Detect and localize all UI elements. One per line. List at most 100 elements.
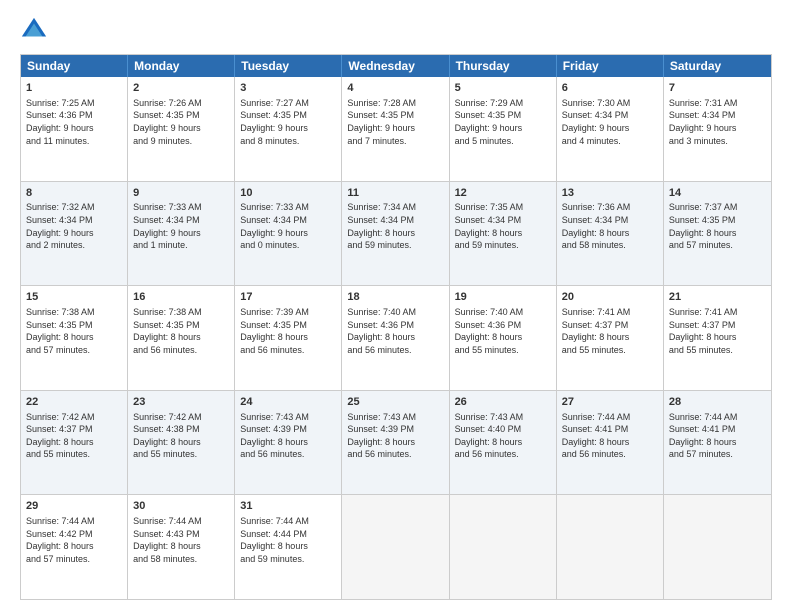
- day-number: 16: [133, 290, 229, 305]
- calendar-week-3: 15 Sunrise: 7:38 AMSunset: 4:35 PMDayligh…: [21, 286, 771, 391]
- day-cell-26: 26Sunrise: 7:43 AMSunset: 4:40 PMDayligh…: [450, 391, 557, 495]
- day-number: 4: [347, 81, 443, 96]
- day-cell-17: 17Sunrise: 7:39 AMSunset: 4:35 PMDayligh…: [235, 286, 342, 390]
- day-info: Sunrise: 7:40 AMSunset: 4:36 PMDaylight:…: [455, 306, 551, 356]
- day-cell-29: 29Sunrise: 7:44 AMSunset: 4:42 PMDayligh…: [21, 495, 128, 599]
- day-info: Sunrise: 7:43 AMSunset: 4:40 PMDaylight:…: [455, 411, 551, 461]
- day-number: 25: [347, 395, 443, 410]
- day-number: 6: [562, 81, 658, 96]
- day-cell-14: 14Sunrise: 7:37 AMSunset: 4:35 PMDayligh…: [664, 182, 771, 286]
- day-number: 5: [455, 81, 551, 96]
- day-info: Sunrise: 7:36 AMSunset: 4:34 PMDaylight:…: [562, 201, 658, 251]
- empty-cell: [450, 495, 557, 599]
- day-info: Sunrise: 7:41 AMSunset: 4:37 PMDaylight:…: [669, 306, 766, 356]
- day-number: 22: [26, 395, 122, 410]
- day-cell-2: 2Sunrise: 7:26 AMSunset: 4:35 PMDaylight…: [128, 77, 235, 181]
- calendar-week-4: 22Sunrise: 7:42 AMSunset: 4:37 PMDayligh…: [21, 391, 771, 496]
- day-info: Sunrise: 7:40 AMSunset: 4:36 PMDaylight:…: [347, 306, 443, 356]
- day-cell-15: 15Sunrise: 7:38 AMSunset: 4:35 PMDayligh…: [21, 286, 128, 390]
- calendar-week-2: 8Sunrise: 7:32 AMSunset: 4:34 PMDaylight…: [21, 182, 771, 287]
- day-number: 14: [669, 186, 766, 201]
- header-cell-tuesday: Tuesday: [235, 55, 342, 77]
- day-cell-31: 31Sunrise: 7:44 AMSunset: 4:44 PMDayligh…: [235, 495, 342, 599]
- day-cell-18: 18Sunrise: 7:40 AMSunset: 4:36 PMDayligh…: [342, 286, 449, 390]
- day-number: 21: [669, 290, 766, 305]
- empty-cell: [664, 495, 771, 599]
- day-number: 11: [347, 186, 443, 201]
- day-cell-13: 13Sunrise: 7:36 AMSunset: 4:34 PMDayligh…: [557, 182, 664, 286]
- day-info: Sunrise: 7:44 AMSunset: 4:43 PMDaylight:…: [133, 515, 229, 565]
- day-info: Sunrise: 7:44 AMSunset: 4:44 PMDaylight:…: [240, 515, 336, 565]
- day-cell-16: 16Sunrise: 7:38 AMSunset: 4:35 PMDayligh…: [128, 286, 235, 390]
- header: [20, 16, 772, 44]
- day-number: 29: [26, 499, 122, 514]
- day-number: 23: [133, 395, 229, 410]
- header-cell-sunday: Sunday: [21, 55, 128, 77]
- logo-icon: [20, 16, 48, 44]
- calendar-body: 1Sunrise: 7:25 AMSunset: 4:36 PMDaylight…: [21, 77, 771, 599]
- day-cell-4: 4Sunrise: 7:28 AMSunset: 4:35 PMDaylight…: [342, 77, 449, 181]
- day-number: 31: [240, 499, 336, 514]
- day-info: Sunrise: 7:26 AMSunset: 4:35 PMDaylight:…: [133, 97, 229, 147]
- day-number: 7: [669, 81, 766, 96]
- day-info: Sunrise: 7:33 AMSunset: 4:34 PMDaylight:…: [133, 201, 229, 251]
- day-info: Sunrise: 7:42 AMSunset: 4:38 PMDaylight:…: [133, 411, 229, 461]
- day-info: Sunrise: 7:27 AMSunset: 4:35 PMDaylight:…: [240, 97, 336, 147]
- day-cell-23: 23Sunrise: 7:42 AMSunset: 4:38 PMDayligh…: [128, 391, 235, 495]
- day-number: 28: [669, 395, 766, 410]
- day-number: 1: [26, 81, 122, 96]
- calendar-header: SundayMondayTuesdayWednesdayThursdayFrid…: [21, 55, 771, 77]
- day-info: Sunrise: 7:34 AMSunset: 4:34 PMDaylight:…: [347, 201, 443, 251]
- calendar: SundayMondayTuesdayWednesdayThursdayFrid…: [20, 54, 772, 600]
- day-cell-10: 10Sunrise: 7:33 AMSunset: 4:34 PMDayligh…: [235, 182, 342, 286]
- day-info: Sunrise: 7:42 AMSunset: 4:37 PMDaylight:…: [26, 411, 122, 461]
- header-cell-saturday: Saturday: [664, 55, 771, 77]
- day-info: Sunrise: 7:37 AMSunset: 4:35 PMDaylight:…: [669, 201, 766, 251]
- day-cell-20: 20Sunrise: 7:41 AMSunset: 4:37 PMDayligh…: [557, 286, 664, 390]
- header-cell-monday: Monday: [128, 55, 235, 77]
- day-cell-28: 28Sunrise: 7:44 AMSunset: 4:41 PMDayligh…: [664, 391, 771, 495]
- day-number: 13: [562, 186, 658, 201]
- day-cell-11: 11Sunrise: 7:34 AMSunset: 4:34 PMDayligh…: [342, 182, 449, 286]
- day-info: Sunrise: 7:44 AMSunset: 4:41 PMDaylight:…: [562, 411, 658, 461]
- logo: [20, 16, 52, 44]
- day-info: Sunrise: 7:32 AMSunset: 4:34 PMDaylight:…: [26, 201, 122, 251]
- day-number: 20: [562, 290, 658, 305]
- day-number: 27: [562, 395, 658, 410]
- header-cell-wednesday: Wednesday: [342, 55, 449, 77]
- day-number: 3: [240, 81, 336, 96]
- day-info: Sunrise: 7:39 AMSunset: 4:35 PMDaylight:…: [240, 306, 336, 356]
- day-number: 10: [240, 186, 336, 201]
- empty-cell: [557, 495, 664, 599]
- day-info: Sunrise: 7:33 AMSunset: 4:34 PMDaylight:…: [240, 201, 336, 251]
- day-number: 8: [26, 186, 122, 201]
- page: SundayMondayTuesdayWednesdayThursdayFrid…: [0, 0, 792, 612]
- empty-cell: [342, 495, 449, 599]
- day-info: Sunrise: 7:43 AMSunset: 4:39 PMDaylight:…: [240, 411, 336, 461]
- day-info: Sunrise: 7:25 AMSunset: 4:36 PMDaylight:…: [26, 97, 122, 147]
- day-info: Sunrise: 7:38 AMSunset: 4:35 PMDaylight:…: [133, 306, 229, 356]
- day-info: Sunrise: 7:29 AMSunset: 4:35 PMDaylight:…: [455, 97, 551, 147]
- day-cell-6: 6Sunrise: 7:30 AMSunset: 4:34 PMDaylight…: [557, 77, 664, 181]
- day-info: Sunrise: 7:41 AMSunset: 4:37 PMDaylight:…: [562, 306, 658, 356]
- day-cell-27: 27Sunrise: 7:44 AMSunset: 4:41 PMDayligh…: [557, 391, 664, 495]
- day-number: 19: [455, 290, 551, 305]
- day-cell-19: 19Sunrise: 7:40 AMSunset: 4:36 PMDayligh…: [450, 286, 557, 390]
- day-number: 24: [240, 395, 336, 410]
- day-number: 2: [133, 81, 229, 96]
- day-info: Sunrise: 7:28 AMSunset: 4:35 PMDaylight:…: [347, 97, 443, 147]
- day-cell-30: 30Sunrise: 7:44 AMSunset: 4:43 PMDayligh…: [128, 495, 235, 599]
- day-number: 18: [347, 290, 443, 305]
- day-cell-3: 3Sunrise: 7:27 AMSunset: 4:35 PMDaylight…: [235, 77, 342, 181]
- day-cell-21: 21Sunrise: 7:41 AMSunset: 4:37 PMDayligh…: [664, 286, 771, 390]
- day-info: Sunrise: 7:30 AMSunset: 4:34 PMDaylight:…: [562, 97, 658, 147]
- day-cell-1: 1Sunrise: 7:25 AMSunset: 4:36 PMDaylight…: [21, 77, 128, 181]
- day-number: 17: [240, 290, 336, 305]
- header-cell-thursday: Thursday: [450, 55, 557, 77]
- header-cell-friday: Friday: [557, 55, 664, 77]
- day-info: Sunrise: 7:31 AMSunset: 4:34 PMDaylight:…: [669, 97, 766, 147]
- day-number: 12: [455, 186, 551, 201]
- day-info: Sunrise: 7:44 AMSunset: 4:41 PMDaylight:…: [669, 411, 766, 461]
- day-number: 9: [133, 186, 229, 201]
- day-number: 15: [26, 290, 122, 305]
